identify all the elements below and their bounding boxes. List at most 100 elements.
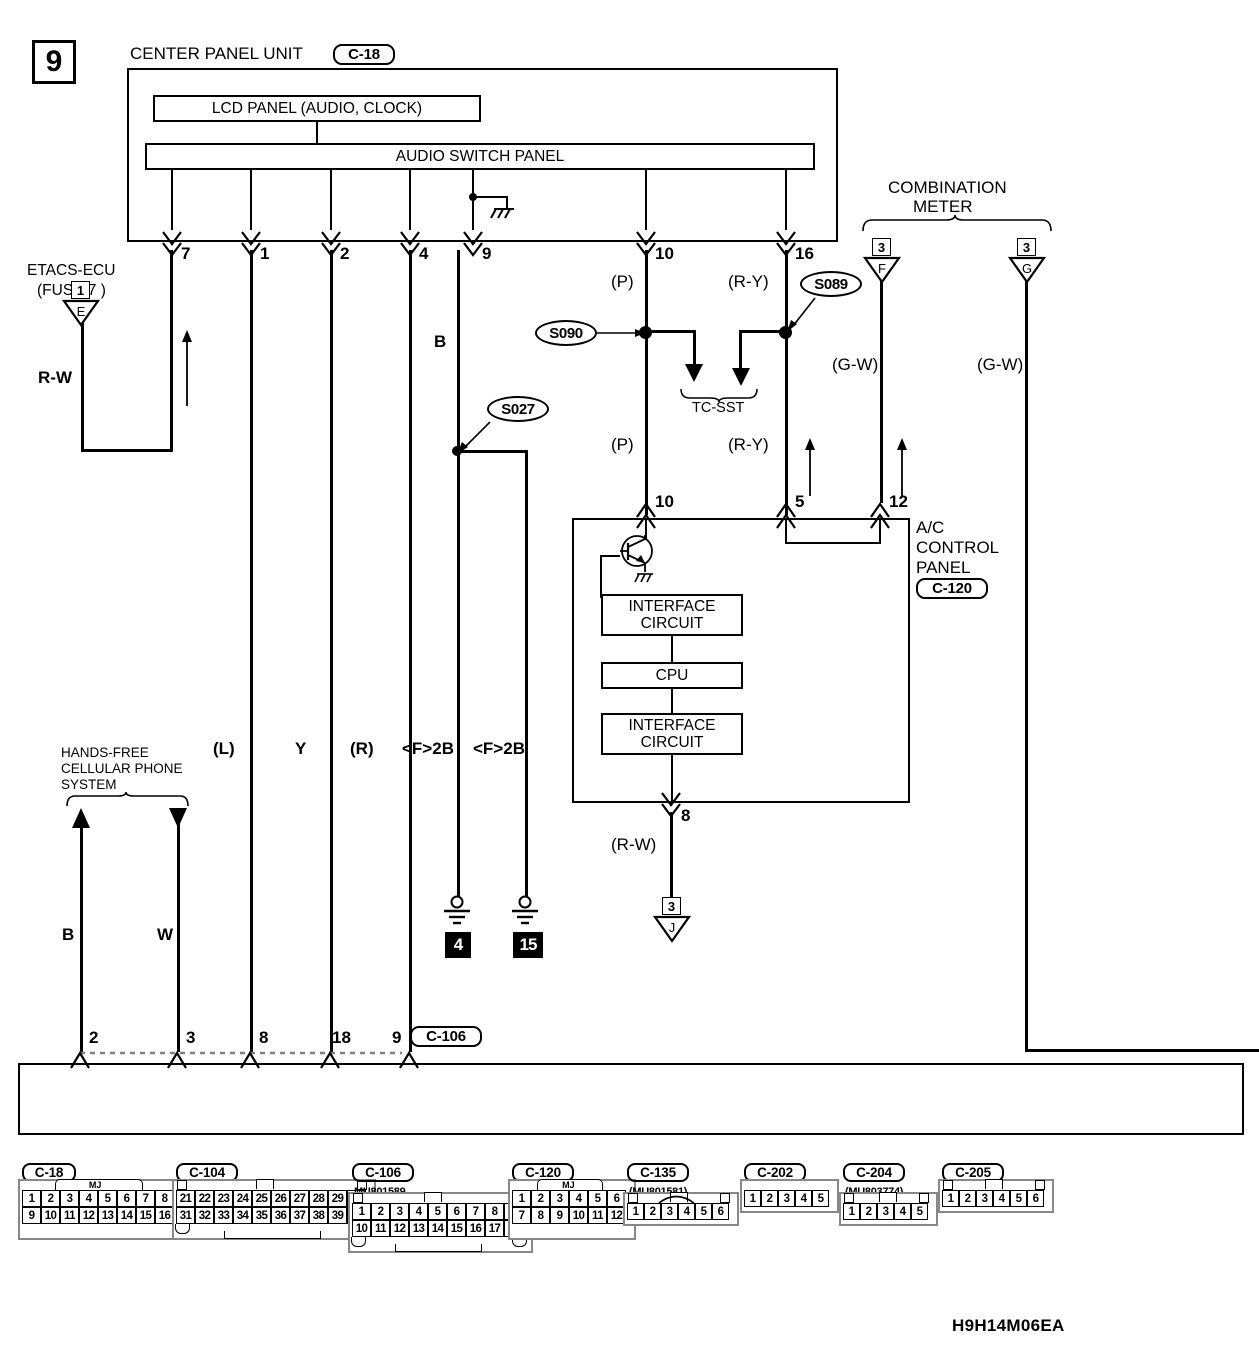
legend-pin-cell: 24 xyxy=(233,1190,252,1207)
legend-pin-cell: 4 xyxy=(409,1203,428,1220)
legend-pin-cell: 21 xyxy=(176,1190,195,1207)
legend-pin-cell: 1 xyxy=(942,1190,959,1207)
legend-pin-cell: 25 xyxy=(252,1190,271,1207)
legend-pin-cell: 8 xyxy=(485,1203,504,1220)
legend-pin-cell: 39 xyxy=(328,1207,347,1224)
legend-pin-cell: 4 xyxy=(894,1203,911,1220)
legend-tab-c-104 xyxy=(255,1179,274,1189)
legend-pin-cell: 33 xyxy=(214,1207,233,1224)
legend-bottom-bar-c-104 xyxy=(223,1231,321,1239)
legend-pin-cell: 28 xyxy=(309,1190,328,1207)
legend-pin-cell: 35 xyxy=(252,1207,271,1224)
legend-pin-cell: 10 xyxy=(41,1207,60,1224)
legend-pin-cell: 27 xyxy=(290,1190,309,1207)
legend-tab-c-204 xyxy=(878,1192,897,1202)
legend-notch-c-104-0 xyxy=(177,1180,187,1190)
legend-pin-cell: 14 xyxy=(428,1220,447,1237)
legend-notch-c-135-0 xyxy=(628,1193,638,1203)
legend-pin-row: 31323334353637383940 xyxy=(176,1207,366,1224)
legend-pin-cell: 38 xyxy=(309,1207,328,1224)
legend-pin-cell: 14 xyxy=(117,1207,136,1224)
legend-bottom-bar-c-106 xyxy=(394,1244,483,1252)
legend-pin-cell: 7 xyxy=(512,1207,531,1224)
legend-connector-tag-c-106: C-106 xyxy=(352,1163,414,1182)
legend-pin-cell: 23 xyxy=(214,1190,233,1207)
legend-pin-cell: 12 xyxy=(390,1220,409,1237)
legend-pin-cell: 1 xyxy=(843,1203,860,1220)
legend-pin-cell: 2 xyxy=(860,1203,877,1220)
legend-pin-table-c-204: 12345 xyxy=(843,1203,928,1220)
legend-pin-table-c-120: 1 2 3 4 5 6 7 8 9 10 11 12 xyxy=(512,1190,626,1224)
legend-pin-cell: 15 xyxy=(447,1220,466,1237)
legend-pin-cell: 37 xyxy=(290,1207,309,1224)
legend-pin-cell: 1 xyxy=(744,1190,761,1207)
legend-arch-c-135 xyxy=(658,1195,695,1204)
legend-pin-cell: 4 xyxy=(993,1190,1010,1207)
legend-pin-cell: 3 xyxy=(390,1203,409,1220)
document-id: H9H14M06EA xyxy=(952,1316,1065,1335)
legend-pin-cell: 3 xyxy=(778,1190,795,1207)
legend-pin-cell: 17 xyxy=(485,1220,504,1237)
legend-pin-cell: 10 xyxy=(352,1220,371,1237)
legend-pin-table-c-104: 2122232425262728293031323334353637383940 xyxy=(176,1190,366,1224)
legend-pin-cell: 5 xyxy=(98,1190,117,1207)
legend-pin-cell: 3 xyxy=(661,1203,678,1220)
legend-pin-cell: 5 xyxy=(812,1190,829,1207)
legend-pin-cell: 4 xyxy=(795,1190,812,1207)
wiring-diagram-page: 9 CENTER PANEL UNIT C-18 LCD PANEL (AUDI… xyxy=(0,0,1259,1356)
legend-pin-cell: 36 xyxy=(271,1207,290,1224)
bottom-harness-box xyxy=(18,1063,1244,1135)
legend-pin-cell: 1 xyxy=(627,1203,644,1220)
legend-pin-cell: 29 xyxy=(328,1190,347,1207)
legend-pin-row: 123456 xyxy=(942,1190,1044,1207)
legend-pin-cell: 8 xyxy=(531,1207,550,1224)
legend-pin-row: 101112131415161718 xyxy=(352,1220,523,1237)
legend-notch-c-135-1 xyxy=(720,1193,730,1203)
legend-pin-cell: 11 xyxy=(60,1207,79,1224)
legend-pin-cell: 5 xyxy=(588,1190,607,1207)
legend-pin-cell: 3 xyxy=(976,1190,993,1207)
legend-tab-c-205 xyxy=(984,1179,1003,1189)
legend-pin-cell: 5 xyxy=(1010,1190,1027,1207)
legend-pin-cell: 32 xyxy=(195,1207,214,1224)
legend-connector-tag-c-204: C-204 xyxy=(843,1163,905,1182)
legend-pin-cell: 11 xyxy=(588,1207,607,1224)
legend-pin-cell: 11 xyxy=(371,1220,390,1237)
legend-connector-tag-c-135: C-135 xyxy=(627,1163,689,1182)
legend-pin-row: 7 8 9 10 11 12 xyxy=(512,1207,626,1224)
legend-pin-cell: 5 xyxy=(428,1203,447,1220)
legend-pin-row: 12345678 xyxy=(22,1190,174,1207)
legend-pin-table-c-205: 123456 xyxy=(942,1190,1044,1207)
legend-notch-c-204-0 xyxy=(844,1193,854,1203)
legend-pin-cell: 13 xyxy=(409,1220,428,1237)
legend-notch-c-205-0 xyxy=(943,1180,953,1190)
legend-pin-cell: 3 xyxy=(550,1190,569,1207)
legend-pin-cell: 6 xyxy=(712,1203,729,1220)
legend-tab-c-106 xyxy=(423,1192,442,1202)
legend-pin-cell: 2 xyxy=(531,1190,550,1207)
legend-pin-cell: 1 xyxy=(22,1190,41,1207)
legend-pin-cell: 12 xyxy=(79,1207,98,1224)
legend-pin-cell: 5 xyxy=(695,1203,712,1220)
legend-mj-label-c-120: MJ xyxy=(562,1180,575,1190)
legend-pin-cell: 2 xyxy=(644,1203,661,1220)
legend-pin-cell: 6 xyxy=(117,1190,136,1207)
legend-pin-cell: 3 xyxy=(60,1190,79,1207)
legend-pin-cell: 4 xyxy=(79,1190,98,1207)
legend-pin-cell: 9 xyxy=(550,1207,569,1224)
legend-notch-c-204-1 xyxy=(919,1193,929,1203)
legend-pin-row: 12345 xyxy=(744,1190,829,1207)
legend-pin-cell: 2 xyxy=(761,1190,778,1207)
legend-pin-table-c-106: 123456789101112131415161718 xyxy=(352,1203,523,1237)
legend-pin-cell: 22 xyxy=(195,1190,214,1207)
legend-pin-cell: 3 xyxy=(877,1203,894,1220)
legend-pin-row: 12345 xyxy=(843,1203,928,1220)
legend-pin-cell: 2 xyxy=(959,1190,976,1207)
legend-pin-cell: 2 xyxy=(371,1203,390,1220)
legend-mj-label-c-18: MJ xyxy=(88,1180,102,1190)
legend-notch-c-106-0 xyxy=(353,1193,363,1203)
legend-pin-cell: 1 xyxy=(352,1203,371,1220)
legend-pin-cell: 9 xyxy=(22,1207,41,1224)
legend-pin-cell: 4 xyxy=(678,1203,695,1220)
legend-pin-cell: 4 xyxy=(569,1190,588,1207)
